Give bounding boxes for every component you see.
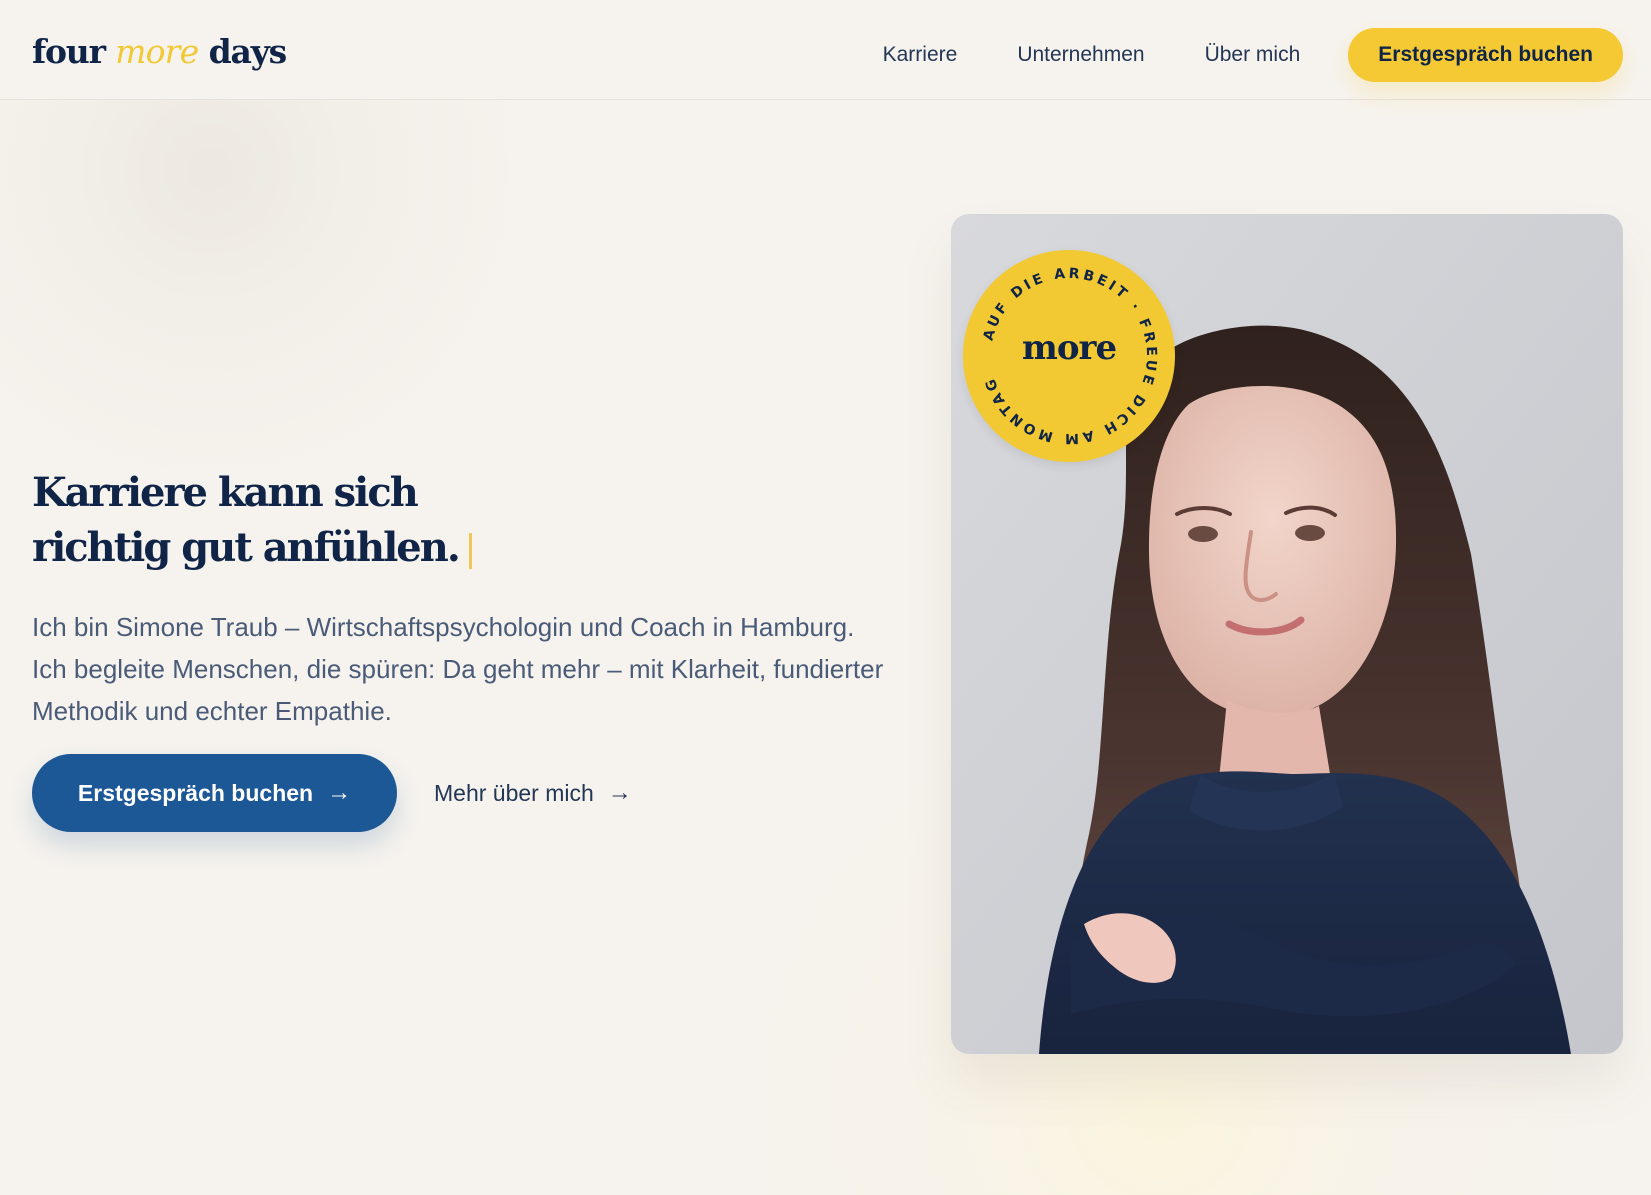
nav-link-karriere[interactable]: Karriere (883, 28, 958, 82)
hero-actions: Erstgespräch buchen → Mehr über mich → (32, 754, 632, 832)
hero-title-line-1: Karriere kann sich (32, 468, 419, 516)
logo-text-more: more (115, 32, 199, 71)
main-nav: Karriere Unternehmen Über mich Erstgespr… (883, 28, 1623, 82)
hero-title-line-2: richtig gut anfühlen. (32, 523, 461, 571)
hero-description: Ich bin Simone Traub – Wirtschaftspsycho… (32, 612, 884, 726)
page: four more days Karriere Unternehmen Über… (0, 0, 1651, 1195)
primary-cta-button[interactable]: Erstgespräch buchen → (32, 754, 397, 832)
hero-title: Karriere kann sich richtig gut anfühlen. (32, 465, 532, 575)
nav-link-ueber-mich[interactable]: Über mich (1205, 28, 1301, 82)
about-link-label: Mehr über mich (434, 779, 594, 806)
more-badge: AUF DIE ARBEIT · FREUE DICH AM MONTAG mo… (963, 250, 1175, 462)
arrow-right-icon: → (607, 779, 632, 806)
header-cta-button[interactable]: Erstgespräch buchen (1348, 28, 1623, 82)
primary-cta-label: Erstgespräch buchen (77, 779, 314, 806)
logo-text-four: four (32, 32, 116, 71)
badge-center-text: more (1021, 328, 1117, 368)
site-header: four more days Karriere Unternehmen Über… (0, 0, 1651, 100)
arrow-right-icon: → (327, 779, 352, 806)
nav-link-unternehmen[interactable]: Unternehmen (1017, 28, 1144, 82)
hero-title-line-2-wrapper: richtig gut anfühlen. (32, 520, 532, 575)
logo-text-days: days (198, 32, 288, 71)
typing-cursor-icon (468, 532, 472, 569)
about-link[interactable]: Mehr über mich → (434, 780, 632, 807)
site-logo[interactable]: four more days (32, 32, 288, 72)
